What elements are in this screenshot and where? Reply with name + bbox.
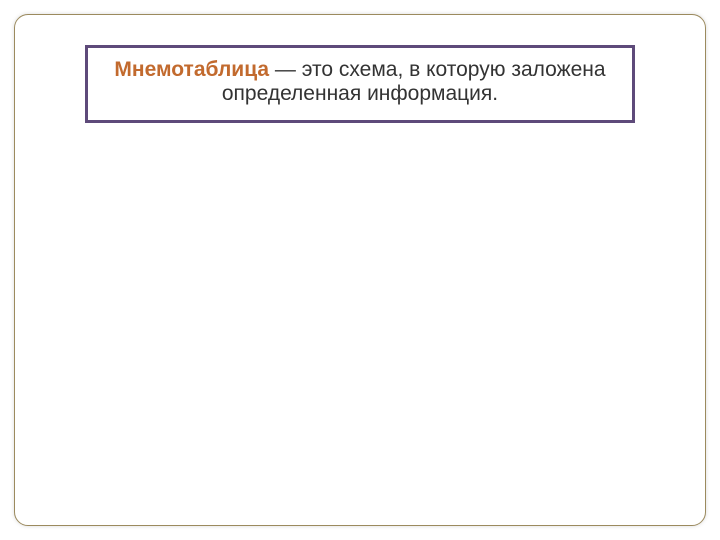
slide-frame: Мнемотаблица — это схема, в которую зало…: [14, 14, 706, 526]
definition-term: Мнемотаблица: [114, 58, 269, 81]
definition-line: Мнемотаблица — это схема, в которую зало…: [108, 58, 612, 82]
definition-text-part2: определенная информация.: [108, 82, 612, 106]
definition-box: Мнемотаблица — это схема, в которую зало…: [85, 45, 635, 123]
definition-text-part1: — это схема, в которую заложена: [269, 58, 606, 81]
